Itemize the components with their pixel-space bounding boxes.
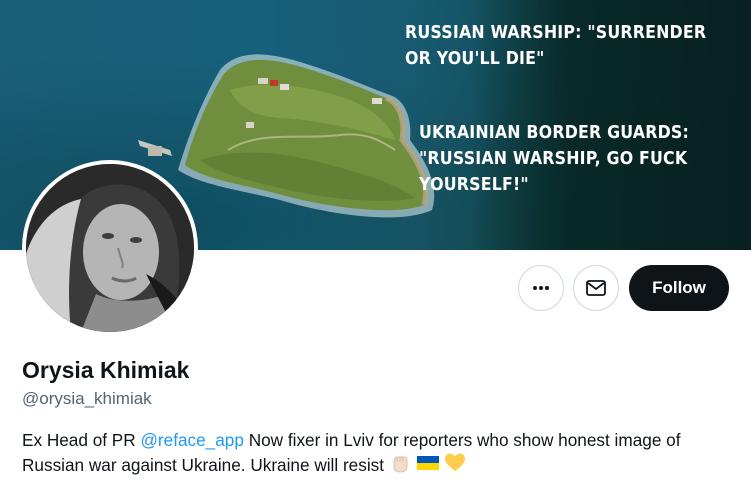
avatar-photo (26, 164, 194, 332)
avatar-portrait-icon (26, 164, 194, 332)
banner-quote-guards: UKRAINIAN BORDER GUARDS: "RUSSIAN WARSHI… (419, 122, 690, 195)
message-button[interactable] (573, 265, 619, 311)
raised-fist-emoji (393, 456, 408, 473)
mail-icon (586, 280, 606, 296)
yellow-heart-emoji (445, 453, 466, 471)
follow-button[interactable]: Follow (629, 265, 729, 311)
banner-quote-warship: RUSSIAN WARSHIP: "SURRENDER OR YOU'LL DI… (405, 22, 707, 69)
profile-bio: Ex Head of PR @reface_app Now fixer in L… (22, 428, 737, 477)
more-options-button[interactable] (518, 265, 564, 311)
bio-text-prefix: Ex Head of PR (22, 430, 141, 450)
profile-avatar[interactable] (22, 160, 198, 336)
more-horizontal-icon (533, 286, 549, 290)
bio-mention-link[interactable]: @reface_app (140, 430, 243, 450)
ukraine-flag-emoji (416, 456, 439, 470)
profile-name: Orysia Khimiak (22, 357, 190, 383)
profile-handle: @orysia_khimiak (22, 389, 152, 408)
